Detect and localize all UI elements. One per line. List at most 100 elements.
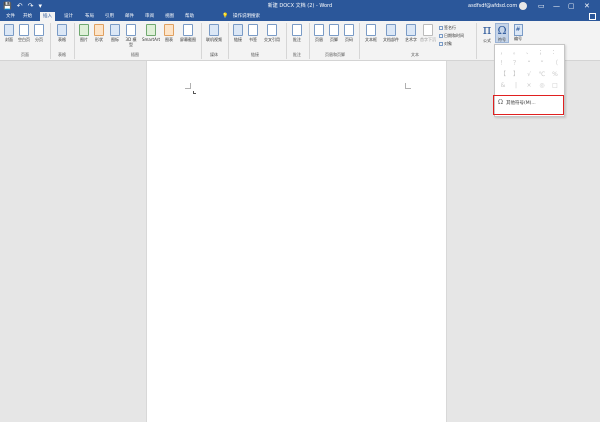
- group-label-comments: 批注: [293, 52, 301, 57]
- cover-page-icon: [4, 24, 14, 36]
- symbol-cell[interactable]: ，: [497, 48, 509, 58]
- drop-cap-icon: [423, 24, 433, 36]
- symbol-cell[interactable]: 】: [510, 70, 522, 80]
- quick-parts-button[interactable]: 文档部件: [381, 24, 401, 42]
- equation-button[interactable]: π 公式: [480, 24, 494, 44]
- account-name[interactable]: asdfsdf@afdsd.com: [468, 2, 517, 10]
- page-break-icon: [34, 24, 44, 36]
- tab-file[interactable]: 文件: [3, 12, 18, 21]
- symbol-cell[interactable]: ”: [536, 59, 548, 69]
- header-button[interactable]: 页眉: [313, 24, 325, 42]
- symbol-cell[interactable]: ；: [536, 48, 548, 58]
- comment-icon: [292, 24, 302, 36]
- signature-line-button[interactable]: 签名行: [439, 25, 456, 30]
- symbol-cell[interactable]: |: [510, 81, 522, 91]
- 3d-models-button[interactable]: 3D 模型: [124, 24, 138, 47]
- symbol-grid: ， 。 、 ； ： ！ ？ “ ” （ 【 】 √ ℃ % & | × ◎ □: [497, 48, 564, 91]
- group-separator: [74, 23, 75, 59]
- date-time-button[interactable]: 日期和时间: [439, 33, 464, 38]
- drop-cap-button[interactable]: 首字下沉: [420, 24, 436, 42]
- tab-help[interactable]: 帮助: [182, 12, 197, 21]
- quick-parts-icon: [386, 24, 396, 36]
- page-number-icon: [344, 24, 354, 36]
- page-number-button[interactable]: 页码: [343, 24, 355, 42]
- group-label-text: 文本: [411, 52, 419, 57]
- cover-page-button[interactable]: 封面: [3, 24, 15, 42]
- icons-button[interactable]: 图标: [109, 24, 121, 42]
- wordart-icon: [406, 24, 416, 36]
- document-page[interactable]: [146, 61, 447, 422]
- symbol-cell[interactable]: ？: [510, 59, 522, 69]
- link-icon: [233, 24, 243, 36]
- tab-references[interactable]: 引用: [102, 12, 117, 21]
- symbol-cell[interactable]: 。: [510, 48, 522, 58]
- symbol-cell[interactable]: %: [549, 70, 561, 80]
- 3d-model-icon: [126, 24, 136, 36]
- screenshot-button[interactable]: 屏幕截图: [178, 24, 198, 42]
- tab-design[interactable]: 设计: [61, 12, 76, 21]
- symbol-cell[interactable]: （: [549, 59, 561, 69]
- symbol-button[interactable]: Ω 符号: [495, 23, 509, 43]
- link-button[interactable]: 链接: [232, 24, 244, 42]
- object-button[interactable]: 对象: [439, 41, 452, 46]
- chart-icon: [164, 24, 174, 36]
- margin-mark-top-right: [405, 83, 411, 89]
- tab-insert[interactable]: 插入: [40, 12, 55, 21]
- symbol-cell[interactable]: ：: [549, 48, 561, 58]
- ribbon-tabs: 文件 开始 插入 设计 布局 引用 邮件 审阅 视图 帮助 💡 操作说明搜索: [0, 12, 600, 21]
- number-icon: #: [513, 24, 523, 36]
- pictures-button[interactable]: 图片: [78, 24, 90, 42]
- page-break-button[interactable]: 分页: [33, 24, 45, 42]
- margin-mark-top-left: [185, 83, 191, 89]
- number-button[interactable]: # 编号: [511, 24, 525, 41]
- tab-review[interactable]: 审阅: [142, 12, 157, 21]
- minimize-icon[interactable]: —: [553, 1, 560, 11]
- cross-reference-button[interactable]: 交叉引用: [262, 24, 282, 42]
- group-separator: [201, 23, 202, 59]
- symbol-cell[interactable]: ！: [497, 59, 509, 69]
- group-label-header-footer: 页眉和页脚: [325, 52, 345, 57]
- text-cursor: [193, 91, 196, 94]
- symbol-cell[interactable]: 、: [523, 48, 535, 58]
- smartart-button[interactable]: SmartArt: [141, 24, 161, 42]
- smartart-icon: [146, 24, 156, 36]
- blank-page-button[interactable]: 空白页: [17, 24, 31, 42]
- symbol-cell[interactable]: ◎: [536, 81, 548, 91]
- group-label-pages: 页面: [21, 52, 29, 57]
- chart-button[interactable]: 图表: [163, 24, 175, 42]
- online-video-button[interactable]: 联机视频: [204, 24, 224, 42]
- ribbon-display-options-icon[interactable]: ▭: [538, 1, 545, 11]
- wordart-button[interactable]: 艺术字: [403, 24, 419, 42]
- close-icon[interactable]: ✕: [584, 1, 590, 11]
- tab-view[interactable]: 视图: [162, 12, 177, 21]
- symbol-cell[interactable]: 【: [497, 70, 509, 80]
- symbol-cell[interactable]: ℃: [536, 70, 548, 80]
- avatar[interactable]: [519, 2, 527, 10]
- tell-me-search[interactable]: 操作说明搜索: [233, 12, 260, 21]
- group-separator: [309, 23, 310, 59]
- maximize-icon[interactable]: ▢: [568, 1, 575, 11]
- footer-button[interactable]: 页脚: [328, 24, 340, 42]
- text-box-button[interactable]: 文本框: [363, 24, 379, 42]
- group-separator: [228, 23, 229, 59]
- highlight-box: [493, 95, 564, 115]
- shapes-button[interactable]: 形状: [93, 24, 105, 42]
- calendar-icon: [439, 34, 443, 38]
- group-separator: [50, 23, 51, 59]
- tab-mailings[interactable]: 邮件: [122, 12, 137, 21]
- symbol-cell[interactable]: ×: [523, 81, 535, 91]
- symbol-cell[interactable]: □: [549, 81, 561, 91]
- object-icon: [439, 42, 443, 46]
- group-separator: [359, 23, 360, 59]
- tab-home[interactable]: 开始: [20, 12, 35, 21]
- comment-button[interactable]: 批注: [290, 24, 304, 42]
- table-button[interactable]: 表格: [55, 24, 69, 42]
- bookmark-button[interactable]: 书签: [247, 24, 259, 42]
- share-icon[interactable]: [589, 13, 596, 20]
- symbol-cell[interactable]: &: [497, 81, 509, 91]
- symbol-cell[interactable]: “: [523, 59, 535, 69]
- tab-layout[interactable]: 布局: [82, 12, 97, 21]
- symbol-cell[interactable]: √: [523, 70, 535, 80]
- shapes-icon: [94, 24, 104, 36]
- table-icon: [57, 24, 67, 36]
